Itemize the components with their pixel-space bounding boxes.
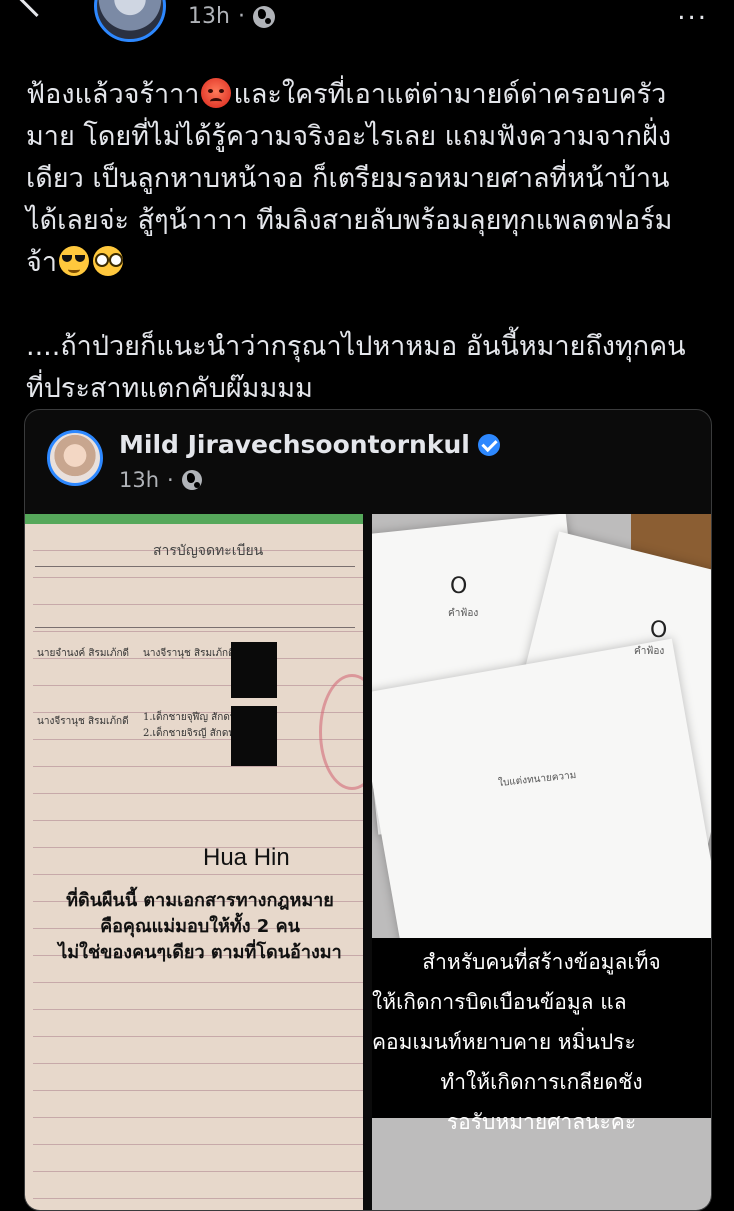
post-line-7: ที่ประสาทแตกคับผ๊มมมม [26,373,313,404]
caption-line: ทำให้เกิดการเกลียดชัง [440,1070,643,1094]
shared-post-meta: 13h · [119,468,202,492]
document-label: คำฟ้อง [448,608,479,619]
location-label: Hua Hin [203,844,290,871]
shared-author-name-text: Mild Jiravechsoontornkul [119,430,470,459]
land-document-photo[interactable]: สารบัญจดทะเบียน นายจำนงค์ สิรมเภ้กดี นาง… [25,514,363,1210]
meta-separator: · [167,468,174,492]
post-text-segment: ฟ้องแล้วจร้าาา [26,79,200,110]
document-number: O [450,574,468,599]
shared-author-name[interactable]: Mild Jiravechsoontornkul [119,430,500,459]
caption-line: ที่ดินผืนนี้ ตามเอกสารทางกฎหมาย [66,890,334,911]
caption-line: สำหรับคนที่สร้างข้อมูลเท็จ [422,950,661,974]
verified-badge-icon [477,433,500,456]
nerd-face-emoji-icon [92,246,123,276]
redaction-block [231,706,277,766]
post-line-3: เดียว เป็นลูกหาบหน้าจอ ก็เตรียมรอหมายศาล… [26,163,670,194]
document-number: O [650,618,668,643]
document-title: สารบัญจดทะเบียน [153,543,264,559]
post-line-4: ได้เลยจ่ะ สู้ๆน้าาาา ทีมลิงสายลับพร้อมลุ… [26,205,673,236]
left-photo-caption: ที่ดินผืนนี้ ตามเอกสารทางกฎหมาย คือคุณแม… [45,888,355,966]
shared-author-avatar[interactable] [47,430,103,486]
caption-line: ไม่ใช่ของคนๆเดียว ตามที่โดนอ้างมา [58,942,342,963]
post-time: 13h [188,4,230,29]
lawsuit-documents-photo[interactable]: O คำฟ้อง O คำฟ้อง ใบแต่งทนายความ สำหรับค… [372,514,711,1210]
document-row-text: 1.เด็กชายจุฬีญ สักดท [143,712,237,723]
document-table-header [35,566,355,628]
shared-post-time: 13h [119,468,160,492]
more-options-button[interactable]: ... [677,0,708,26]
globe-icon [252,5,275,28]
document-label: คำฟ้อง [634,646,665,657]
back-chevron-icon[interactable] [15,0,58,18]
document-row-text: นางจีรานุช สิรมเภ้กดี [143,648,235,659]
post-body: ฟ้องแล้วจร้าาา และใครที่เอาแต่ด่ามายด์ด่า… [26,74,710,410]
document-row-text: นางจีรานุช สิรมเภ้กดี [37,716,129,727]
post-text-segment: จ้า [26,247,57,278]
post-line-2: มาย โดยที่ไม่ได้รู้ความจริงอะไรเลย แถมฟั… [26,121,672,152]
sunglasses-face-emoji-icon [58,246,89,276]
caption-line: ให้เกิดการบิดเบือนข้อมูล แล [372,990,627,1014]
redaction-block [231,642,277,698]
author-avatar[interactable] [94,0,166,42]
caption-line: รอรับหมายศาลนะคะ [446,1110,637,1134]
post-header: 13h · ... [0,0,734,46]
post-line-5: จ้า [26,242,710,284]
caption-line: คือคุณแม่มอบให้ทั้ง 2 คน [100,916,300,937]
shared-post-card[interactable]: Mild Jiravechsoontornkul 13h · สารบัญจดท… [24,409,712,1211]
caption-line: คอมเมนท์หยาบคาย หมิ่นประ [372,1030,636,1054]
post-line-1: ฟ้องแล้วจร้าาา และใครที่เอาแต่ด่ามายด์ด่า… [26,74,710,116]
right-photo-caption: สำหรับคนที่สร้างข้อมูลเท็จ ให้เกิดการบิด… [372,938,711,1134]
angry-face-emoji-icon [201,78,232,108]
document-row-text: 2.เด็กชายจิรญี สักดท [143,728,235,739]
document-row-text: นายจำนงค์ สิรมเภ้กดี [37,648,129,659]
globe-icon [181,470,202,490]
photo-edge [25,514,363,524]
post-line-6: ....ถ้าป่วยก็แนะนำว่ากรุณาไปหาหมอ อันนี้… [26,331,686,362]
post-meta: 13h · [188,4,275,29]
meta-separator: · [237,4,245,29]
post-text-segment: และใครที่เอาแต่ด่ามายด์ด่าครอบครัว [233,79,667,110]
